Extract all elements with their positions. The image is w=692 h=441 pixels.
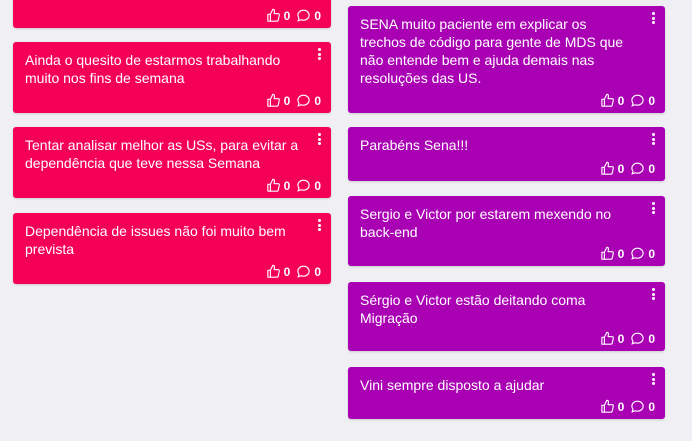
retro-card[interactable]: Sergio e Victor por estarem mexendo no b… [348, 196, 665, 266]
retro-card[interactable]: Dependência de issues não foi muito bem … [13, 213, 331, 284]
like-icon[interactable] [266, 264, 281, 279]
like-icon[interactable] [266, 178, 281, 193]
card-footer: 0 0 [600, 161, 655, 176]
card-text: Vini sempre disposto a ajudar [360, 377, 545, 393]
card-text: Ainda o quesito de estarmos trabalhando … [25, 52, 281, 86]
more-options-icon[interactable] [652, 288, 656, 302]
like-count: 0 [617, 246, 625, 261]
more-options-icon[interactable] [652, 373, 656, 387]
retro-card[interactable]: Sérgio e Victor estão deitando coma Migr… [348, 282, 665, 351]
like-count: 0 [617, 399, 625, 414]
more-options-icon[interactable] [318, 133, 322, 147]
comment-count: 0 [648, 331, 655, 346]
like-icon[interactable] [600, 246, 615, 261]
retro-card[interactable]: SENA muito paciente em explicar os trech… [348, 6, 665, 113]
comment-count: 0 [648, 161, 655, 176]
like-count: 0 [283, 93, 291, 108]
card-footer: 0 0 [600, 399, 655, 414]
comment-count: 0 [314, 93, 321, 108]
card-text: Sérgio e Victor estão deitando coma Migr… [360, 292, 586, 326]
comment-count: 0 [648, 246, 655, 261]
retro-card[interactable]: Parabéns Sena!!! 0 0 [348, 127, 665, 181]
comment-icon[interactable] [296, 264, 311, 279]
comment-count: 0 [314, 178, 321, 193]
card-footer: 0 0 [266, 93, 321, 108]
like-icon[interactable] [600, 331, 615, 346]
like-count: 0 [617, 93, 625, 108]
more-options-icon[interactable] [318, 48, 322, 62]
comment-icon[interactable] [296, 178, 311, 193]
card-text: Dependência de issues não foi muito bem … [25, 223, 286, 257]
card-text: Tentar analisar melhor as USs, para evit… [25, 137, 299, 171]
comment-icon[interactable] [630, 331, 645, 346]
comment-count: 0 [314, 264, 321, 279]
card-footer: 0 0 [600, 331, 655, 346]
card-footer: 0 0 [600, 246, 655, 261]
more-options-icon[interactable] [652, 12, 656, 26]
like-icon[interactable] [266, 8, 281, 23]
like-count: 0 [283, 264, 291, 279]
like-icon[interactable] [600, 161, 615, 176]
retro-card[interactable]: Vini sempre disposto a ajudar 0 0 [348, 367, 665, 419]
card-text: Sergio e Victor por estarem mexendo no b… [360, 206, 612, 240]
like-icon[interactable] [266, 93, 281, 108]
comment-icon[interactable] [296, 93, 311, 108]
like-count: 0 [617, 331, 625, 346]
comment-count: 0 [648, 93, 655, 108]
comment-icon[interactable] [630, 246, 645, 261]
more-options-icon[interactable] [652, 202, 656, 216]
more-options-icon[interactable] [652, 133, 656, 147]
comment-icon[interactable] [630, 399, 645, 414]
comment-icon[interactable] [630, 161, 645, 176]
comment-icon[interactable] [630, 93, 645, 108]
like-icon[interactable] [600, 399, 615, 414]
like-count: 0 [617, 161, 625, 176]
retro-card[interactable]: Ainda o quesito de estarmos trabalhando … [13, 42, 331, 113]
more-options-icon[interactable] [318, 219, 322, 233]
like-icon[interactable] [600, 93, 615, 108]
comment-count: 0 [314, 8, 321, 23]
card-footer: 0 0 [266, 8, 321, 23]
comment-count: 0 [648, 399, 655, 414]
retro-card[interactable]: 0 0 [13, 0, 331, 28]
card-footer: 0 0 [600, 93, 655, 108]
card-footer: 0 0 [266, 178, 321, 193]
card-text: Parabéns Sena!!! [360, 137, 469, 153]
card-text: SENA muito paciente em explicar os trech… [360, 16, 624, 86]
retro-card[interactable]: Tentar analisar melhor as USs, para evit… [13, 127, 331, 198]
like-count: 0 [283, 178, 291, 193]
like-count: 0 [283, 8, 291, 23]
comment-icon[interactable] [296, 8, 311, 23]
card-footer: 0 0 [266, 264, 321, 279]
